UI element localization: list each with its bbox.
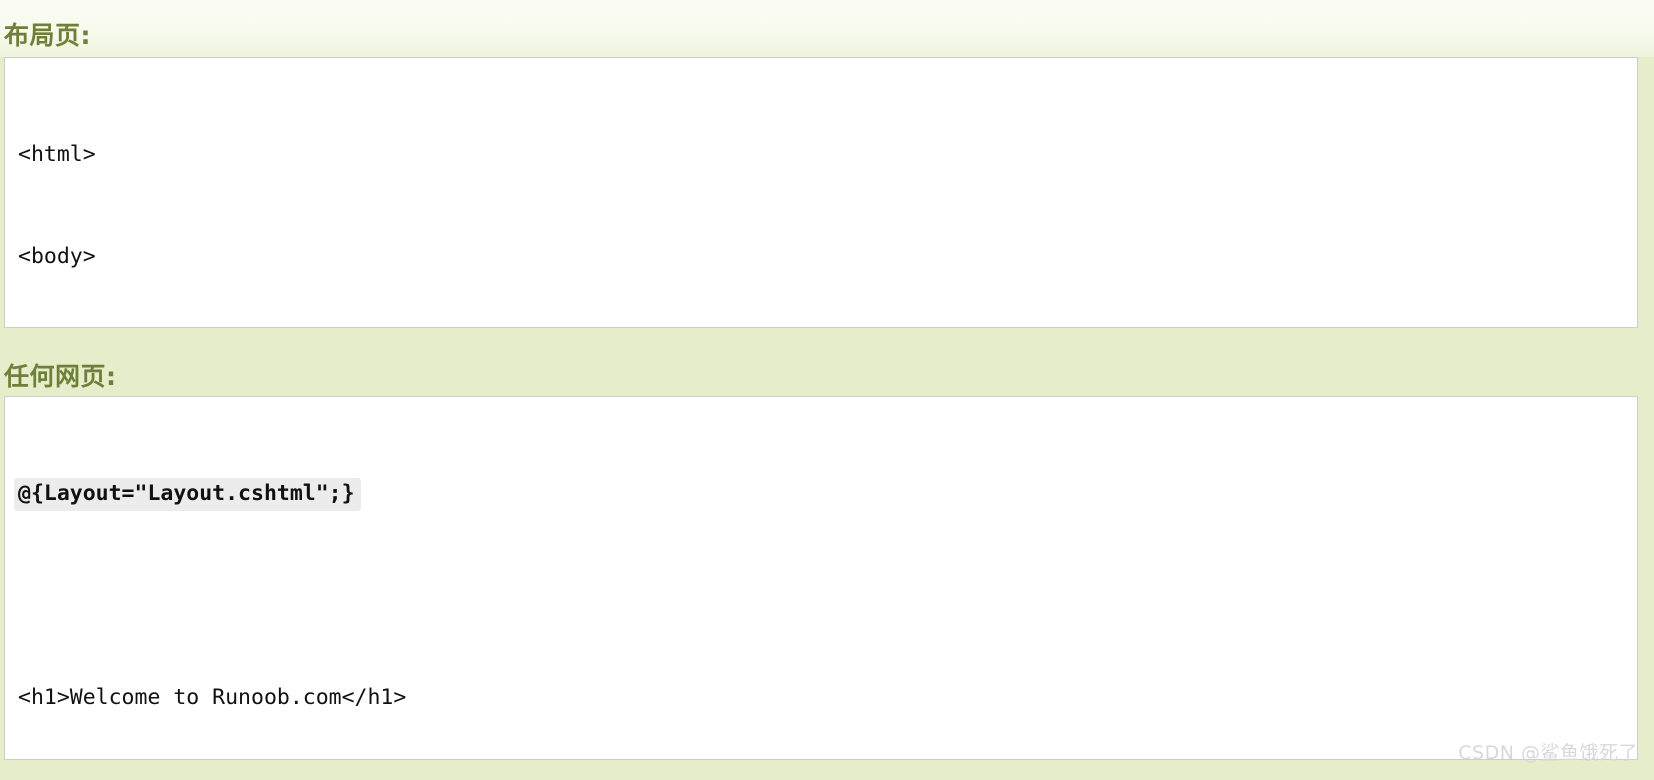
page-root: 布局页: <html> <body> <p>This is header tex…: [0, 0, 1654, 780]
code-line-highlighted: @{Layout="Layout.cshtml";}: [14, 477, 1637, 511]
code-line: <h1>Welcome to Runoob.com</h1>: [18, 681, 1637, 715]
code-block-any-page: @{Layout="Layout.cshtml";} <h1>Welcome t…: [4, 396, 1638, 760]
code-text: <html>: [18, 142, 96, 167]
top-gradient-banner: [0, 0, 1654, 57]
code-text: <body>: [18, 244, 96, 269]
code-text: <h1>Welcome to Runoob.com</h1>: [18, 685, 407, 710]
section-heading-any-page: 任何网页:: [4, 362, 117, 391]
code-block-layout-page: <html> <body> <p>This is header text</p>…: [4, 57, 1638, 328]
code-line: <html>: [18, 138, 1637, 172]
section-divider-band: [0, 328, 1654, 396]
code-line: <body>: [18, 240, 1637, 274]
section-heading-layout-page: 布局页:: [4, 21, 91, 50]
code-text-highlight-layout-directive: @{Layout="Layout.cshtml";}: [14, 478, 361, 511]
